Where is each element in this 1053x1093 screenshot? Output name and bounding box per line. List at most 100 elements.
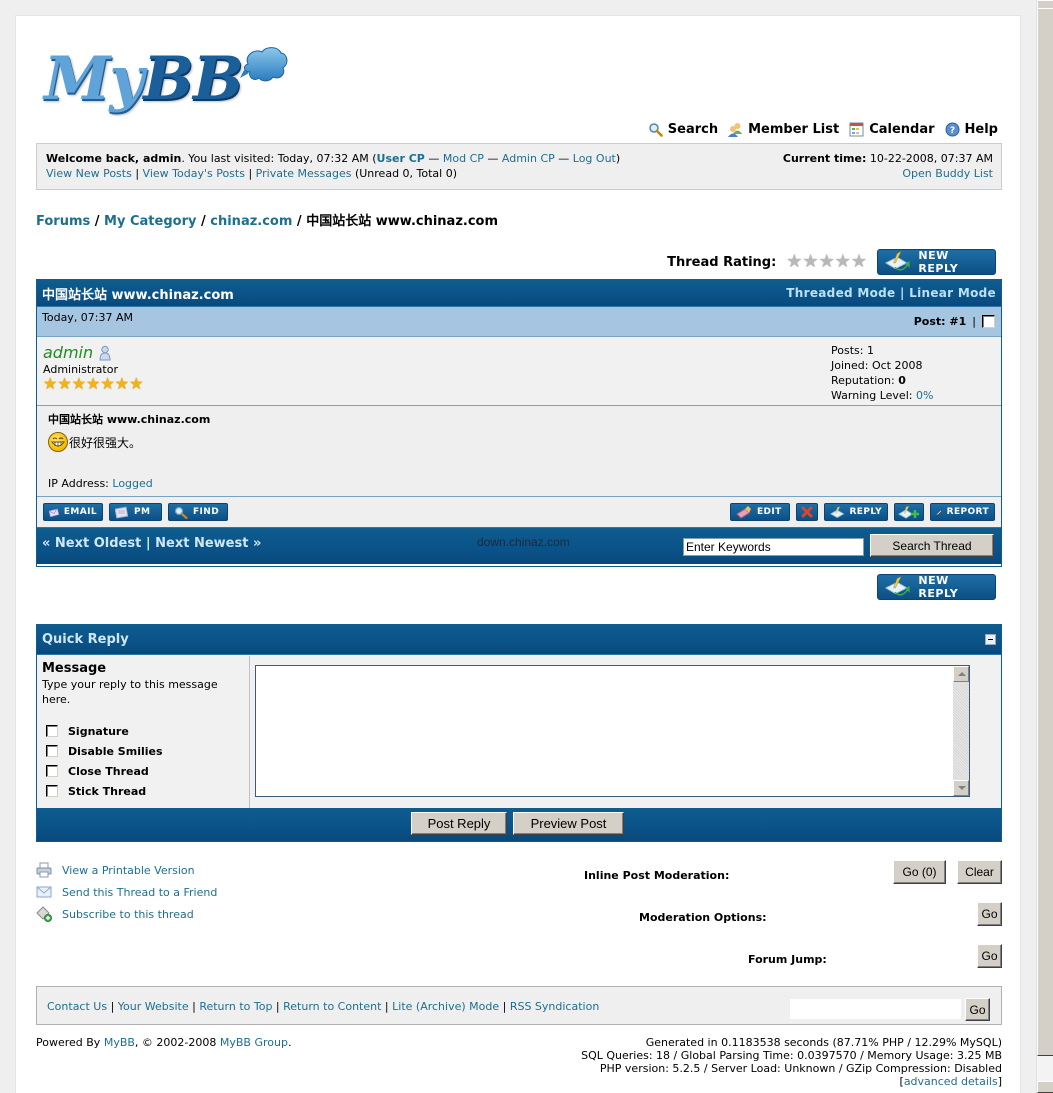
thread-rating-row: Thread Rating: ★ ★ ★ ★ ★ NEW REPLY [667,249,996,275]
multiquote-button[interactable] [894,503,924,521]
printer-icon [36,862,52,878]
footer-return-content[interactable]: Return to Content [283,1000,381,1013]
menu-member-list[interactable]: Member List [728,122,839,137]
thread-nav: « Next Oldest | Next Newest » [42,536,262,551]
mybb-logo[interactable]: MyBB [44,44,294,114]
footer-go-button[interactable]: Go [965,998,990,1021]
breadcrumb-chinaz[interactable]: chinaz.com [210,214,292,229]
display-modes: Threaded Mode | Linear Mode [786,286,996,300]
moderation-go-button[interactable]: Go [977,902,1002,926]
next-oldest-link[interactable]: « Next Oldest [42,536,141,551]
forum-jump-go-button[interactable]: Go [977,944,1002,968]
inline-go-button[interactable]: Go (0) [893,860,946,884]
view-todays-posts-link[interactable]: View Today's Posts [143,167,245,180]
threaded-mode-link[interactable]: Threaded Mode [786,286,895,300]
new-reply-icon [884,251,910,271]
reply-button[interactable]: REPLY [824,503,888,521]
preview-post-button[interactable]: Preview Post [513,812,624,835]
delete-button[interactable] [796,503,818,521]
rating-star-icon[interactable]: ★ [835,253,851,271]
page-scrollbar[interactable] [1036,0,1053,1093]
thread-rating-stars[interactable]: ★ ★ ★ ★ ★ [786,253,867,271]
inline-clear-button[interactable]: Clear [957,860,1002,884]
menu-search[interactable]: Search [648,122,718,137]
footer-select[interactable] [789,998,962,1020]
email-button[interactable]: EMAIL [43,503,103,521]
pm-icon [115,506,129,519]
menu-help[interactable]: ? Help [945,122,998,137]
quick-reply: Quick Reply Message Type your reply to t… [36,624,1002,842]
view-new-posts-link[interactable]: View New Posts [46,167,132,180]
post-number-link[interactable]: Post: #1 [914,315,967,328]
thread-search-input[interactable]: Enter Keywords [683,538,864,556]
user-cp-link[interactable]: User CP [377,152,425,165]
inline-moderation-label: Inline Post Moderation: [584,869,730,882]
mybb-link[interactable]: MyBB [104,1036,135,1049]
pm-button[interactable]: PM [109,503,162,521]
multiquote-icon [898,505,919,519]
rating-star-icon[interactable]: ★ [851,253,867,271]
footer-return-top[interactable]: Return to Top [199,1000,272,1013]
option-disable-smilies[interactable]: Disable Smilies [42,741,244,761]
edit-icon [736,505,751,519]
search-icon [649,123,663,137]
quick-reply-footer: Post Reply Preview Post [37,808,1001,841]
message-textarea[interactable] [255,665,970,797]
breadcrumb-current: 中国站长站 www.chinaz.com [306,214,499,229]
next-newest-link[interactable]: Next Newest » [155,536,261,551]
reputation-link[interactable]: 0 [898,374,906,387]
scroll-up-icon[interactable] [953,666,969,682]
watermark-text: down.chinaz.com [477,535,570,549]
option-signature[interactable]: Signature [42,721,244,741]
report-button[interactable]: REPORT [930,503,995,521]
disable-smilies-checkbox[interactable] [46,745,58,757]
private-messages-link[interactable]: Private Messages [256,167,352,180]
footer-contact-us[interactable]: Contact Us [47,1000,107,1013]
close-thread-checkbox[interactable] [46,765,58,777]
ip-logged-link[interactable]: Logged [112,477,152,490]
mod-cp-link[interactable]: Mod CP [443,152,484,165]
breadcrumb-my-category[interactable]: My Category [104,214,196,229]
rating-star-icon[interactable]: ★ [786,253,802,271]
edit-button[interactable]: EDIT [730,503,790,521]
author-name-link[interactable]: admin [43,343,93,362]
rating-star-icon[interactable]: ★ [819,253,835,271]
search-thread-button[interactable]: Search Thread [870,534,994,557]
signature-checkbox[interactable] [46,725,58,737]
stick-thread-checkbox[interactable] [46,785,58,797]
tool-subscribe[interactable]: Subscribe to this thread [36,903,217,925]
advanced-details-link[interactable]: advanced details [904,1075,998,1088]
collapse-icon[interactable] [985,634,996,645]
mybb-group-link[interactable]: MyBB Group [220,1036,288,1049]
rating-star-icon[interactable]: ★ [802,253,818,271]
footer-lite-mode[interactable]: Lite (Archive) Mode [392,1000,499,1013]
scroll-down-icon[interactable] [1037,1081,1053,1093]
open-buddy-list-link[interactable]: Open Buddy List [902,167,993,180]
scroll-down-icon[interactable] [953,780,969,796]
new-reply-button-bottom[interactable]: NEW REPLY [877,574,996,600]
menu-calendar[interactable]: Calendar [849,122,935,137]
admin-cp-link[interactable]: Admin CP [502,152,555,165]
option-stick-thread[interactable]: Stick Thread [42,781,244,801]
option-close-thread[interactable]: Close Thread [42,761,244,781]
scrollbar-thumb[interactable] [1037,8,1053,1056]
find-button[interactable]: FIND [168,503,228,521]
post-reply-button[interactable]: Post Reply [411,812,507,835]
svg-text:?: ? [949,126,954,136]
textarea-scrollbar[interactable] [953,666,969,796]
members-icon [728,123,743,137]
tool-printable[interactable]: View a Printable Version [36,859,217,881]
tool-send-friend[interactable]: Send this Thread to a Friend [36,881,217,903]
subscribe-icon [36,906,52,922]
inline-moderation-checkbox[interactable] [982,315,995,328]
footer-rss[interactable]: RSS Syndication [510,1000,599,1013]
top-menu: Search Member List Calendar ? Help [648,122,998,137]
author-joined: Joined: Oct 2008 [831,359,923,372]
warning-level-link[interactable]: 0% [916,389,933,402]
quick-reply-options: Message Type your reply to this message … [37,656,250,808]
new-reply-button[interactable]: NEW REPLY [877,249,996,275]
footer-your-website[interactable]: Your Website [118,1000,189,1013]
breadcrumb-forums[interactable]: Forums [36,214,90,229]
linear-mode-link[interactable]: Linear Mode [909,286,996,300]
log-out-link[interactable]: Log Out [573,152,616,165]
